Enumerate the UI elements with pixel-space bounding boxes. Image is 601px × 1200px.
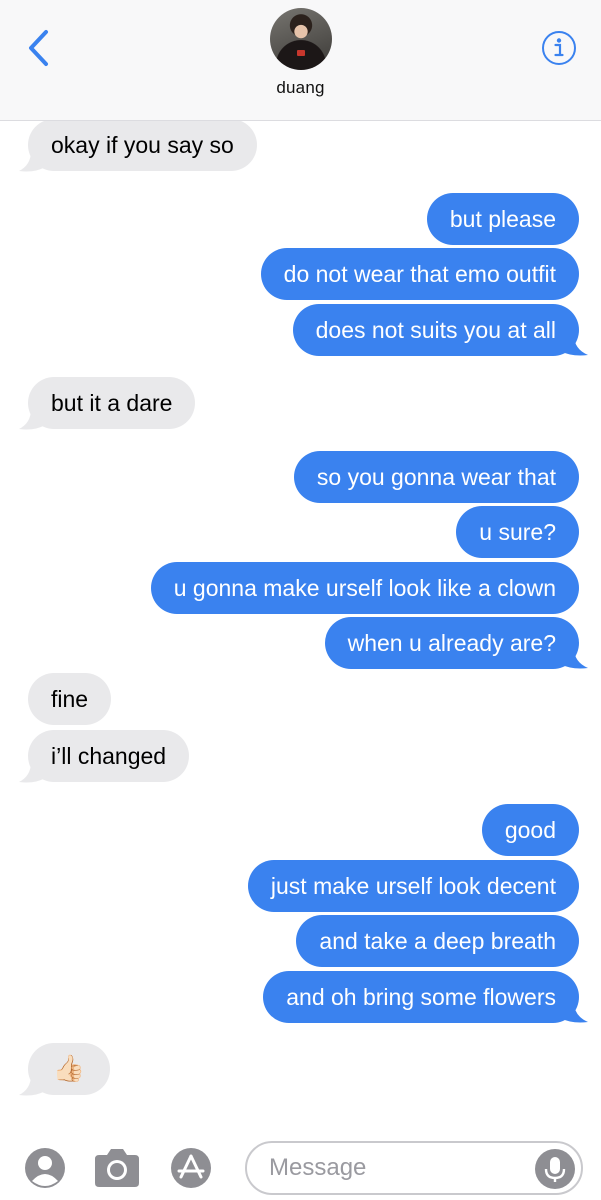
bubble-tail	[19, 762, 45, 783]
bubble-tail	[560, 1002, 588, 1023]
message-bubble-outgoing[interactable]: good	[481, 804, 579, 856]
camera-icon	[95, 1149, 139, 1187]
bubble-tail	[560, 335, 588, 356]
message-bubble-incoming[interactable]: okay if you say so	[28, 121, 257, 171]
message-bubble-outgoing[interactable]: and take a deep breath	[296, 915, 579, 967]
message-bubble-incoming[interactable]: fine	[28, 673, 112, 725]
dictation-button[interactable]	[535, 1149, 575, 1189]
message-field[interactable]	[245, 1141, 583, 1195]
message-bubble-incoming[interactable]: i’ll changed	[28, 730, 190, 782]
message-thread[interactable]: okay if you say so but please do not wea…	[0, 0, 601, 1200]
message-input[interactable]	[269, 1143, 529, 1193]
contact-icon	[25, 1148, 65, 1188]
bubble-tail	[19, 1075, 45, 1096]
message-bubble-outgoing[interactable]: just make urself look decent	[247, 860, 579, 912]
message-bubble-outgoing[interactable]: but please	[426, 193, 579, 245]
message-bubble-outgoing[interactable]: and oh bring some flowers	[263, 971, 579, 1023]
microphone-icon	[544, 1157, 566, 1182]
contact-button[interactable]	[24, 1147, 66, 1189]
message-bubble-outgoing[interactable]: when u already are?	[324, 617, 579, 669]
message-bubble-outgoing[interactable]: u gonna make urself look like a clown	[150, 562, 579, 614]
camera-button[interactable]	[91, 1147, 143, 1189]
message-bubble-outgoing[interactable]: do not wear that emo outfit	[260, 248, 579, 300]
bubble-tail	[560, 648, 588, 669]
app-store-button[interactable]	[170, 1147, 212, 1189]
message-bubble-incoming[interactable]: but it a dare	[28, 377, 196, 429]
message-bubble-outgoing[interactable]: u sure?	[456, 506, 579, 558]
bubble-tail	[19, 151, 45, 172]
app-store-icon	[171, 1148, 211, 1188]
message-bubble-outgoing[interactable]: does not suits you at all	[292, 304, 579, 356]
message-composer	[0, 1131, 601, 1200]
message-bubble-outgoing[interactable]: so you gonna wear that	[293, 451, 579, 503]
bubble-tail	[19, 409, 45, 430]
